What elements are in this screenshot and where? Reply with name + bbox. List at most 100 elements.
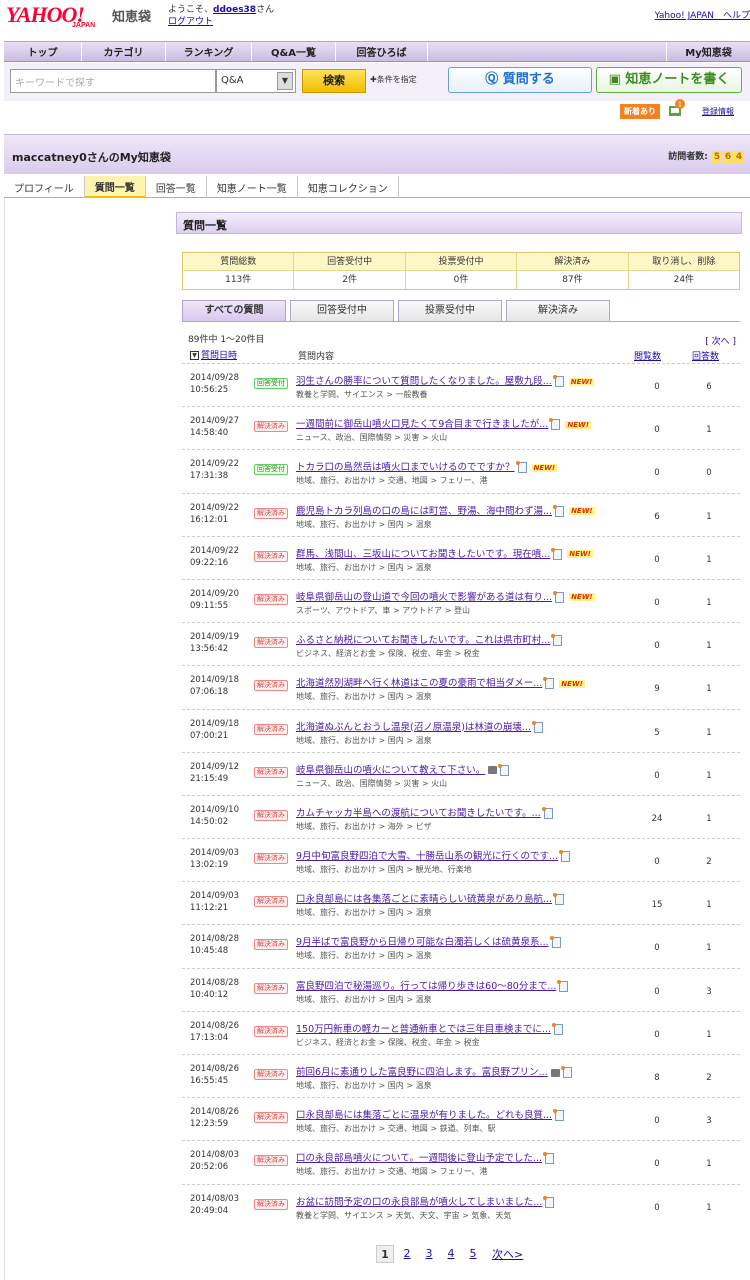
question-title-link[interactable]: 岐阜県御岳山の登山道で今回の噴火で影響がある道は有り... NEW! [296, 589, 595, 603]
question-category[interactable]: ビジネス、経済とお金 > 保険、税金、年金 > 税金 [296, 648, 480, 659]
tab-questions[interactable]: 質問一覧 [84, 176, 146, 198]
page-link[interactable]: 4 [442, 1245, 460, 1263]
question-title-link[interactable]: ふるさと納税についてお聞きしたいです。これは県市町村... [296, 632, 563, 647]
filter-tab-solved[interactable]: 解決済み [506, 300, 610, 321]
filter-tab-open[interactable]: 回答受付中 [290, 300, 394, 321]
table-row: 2014/08/28 10:45:48 解決済み 9月半ばで富良野から日帰り可能な白濁… [182, 924, 740, 967]
question-title-link[interactable]: 鹿児島トカラ列島の口の島には町営、野湯、海中問わず湯... NEW! [296, 503, 595, 517]
question-category[interactable]: 教養と学問、サイエンス > 一般教養 [296, 389, 428, 400]
question-category[interactable]: 地域、旅行、お出かけ > 国内 > 温泉 [296, 907, 432, 918]
chevron-down-icon[interactable]: ▼ [277, 72, 293, 90]
question-category[interactable]: 地域、旅行、お出かけ > 海外 > ビザ [296, 821, 432, 832]
search-input[interactable]: キーワードで探す [10, 69, 216, 93]
column-header-date[interactable]: ▼ 質問日時 [190, 348, 237, 361]
question-title-link[interactable]: カムチャッカ半島への渡航についてお聞きしたいです。... [296, 805, 553, 819]
question-category[interactable]: スポーツ、アウトドア、車 > アウトドア > 登山 [296, 605, 470, 616]
question-title-link[interactable]: 150万円新車の軽カーと普通新車とでは三年目車検までに... [296, 1021, 563, 1035]
question-category[interactable]: 地域、旅行、お出かけ > 交通、地図 > フェリー、港 [296, 1166, 488, 1177]
question-title-link[interactable]: 口永良部島には各集落ごとに素晴らしい硫黄泉があり島航... [296, 891, 565, 906]
question-title-link[interactable]: 口永良部島には集落ごとに温泉が有りました。どれも良質... [296, 1107, 565, 1122]
question-title-link[interactable]: トカラ口の島然岳は噴火口までいけるのでですか？ NEW! [296, 459, 558, 474]
question-category[interactable]: 教養と学問、サイエンス > 天気、天文、宇宙 > 気象、天気 [296, 1210, 511, 1221]
nav-category[interactable]: カテゴリ [82, 42, 166, 61]
question-title-link[interactable]: 前回6月に素通りした富良野に四泊します。富良野プリン... [296, 1064, 572, 1078]
logout-link[interactable]: ログアウト [168, 17, 213, 27]
top-right-links[interactable]: Yahoo! JAPAN ヘルプ [655, 8, 750, 21]
question-category[interactable]: ニュース、政治、国際情勢 > 災害 > 火山 [296, 778, 447, 789]
sort-icon[interactable]: ▼ [190, 351, 199, 360]
view-count: 9 [654, 684, 660, 695]
question-title-link[interactable]: 群馬、浅間山、三坂山についてお聞きしたいです。現在噴... NEW! [296, 546, 593, 560]
question-category[interactable]: ニュース、政治、国際情勢 > 災害 > 火山 [296, 432, 447, 443]
question-datetime: 2014/09/27 14:58:40 [190, 415, 239, 439]
question-category[interactable]: ビジネス、経済とお金 > 保険、税金、年金 > 税金 [296, 1037, 480, 1048]
tab-answers[interactable]: 回答一覧 [146, 176, 207, 198]
write-note-button[interactable]: ▣ 知恵ノートを書く [596, 67, 742, 93]
new-badge: NEW! [569, 507, 595, 516]
note-icon: ▣ [608, 72, 621, 87]
page-link[interactable]: 2 [398, 1245, 416, 1263]
question-title-link[interactable]: 9月中旬富良野四泊で大雪、十勝岳山系の観光に行くのです... [296, 848, 571, 863]
summary-value: 87件 [562, 275, 583, 285]
question-date: 2014/08/03 [190, 1150, 239, 1161]
tab-notes[interactable]: 知恵ノート一覧 [207, 176, 298, 198]
username-link[interactable]: ddoes38 [213, 5, 256, 15]
tab-collection[interactable]: 知恵コレクション [298, 176, 399, 198]
next-page-link[interactable]: 次へ> [492, 1246, 523, 1262]
question-date: 2014/09/27 [190, 416, 239, 427]
question-title-link[interactable]: 羽生さんの勝率について質問したくなりました。屋敷九段... NEW! [296, 373, 595, 387]
page-link[interactable]: 5 [464, 1245, 482, 1263]
question-category[interactable]: 地域、旅行、お出かけ > 国内 > 温泉 [296, 691, 432, 702]
answer-count: 3 [706, 986, 712, 997]
question-category[interactable]: 地域、旅行、お出かけ > 交通、地図 > フェリー、港 [296, 475, 488, 486]
question-category[interactable]: 地域、旅行、お出かけ > 国内 > 観光地、行楽地 [296, 864, 472, 875]
nav-qa-list[interactable]: Q&A一覧 [252, 42, 336, 61]
question-title-link[interactable]: 一週間前に御岳山噴火口見たくて9合目まで行きましたが... NEW! [296, 416, 591, 431]
answer-count: 1 [706, 813, 712, 824]
question-category[interactable]: 地域、旅行、お出かけ > 国内 > 温泉 [296, 1080, 432, 1091]
chiebukuro-logo[interactable]: 知恵袋 [112, 6, 151, 25]
question-page-icon [551, 547, 563, 560]
new-badge: NEW! [567, 550, 593, 559]
filter-tab-all[interactable]: すべての質問 [182, 300, 286, 321]
question-title: 岐阜県御岳山の噴火について教えて下さい。 [296, 764, 486, 776]
column-header-views[interactable]: 閲覧数 [634, 349, 661, 362]
camera-icon [550, 1068, 560, 1077]
page-link[interactable]: 3 [420, 1245, 438, 1263]
question-category[interactable]: 地域、旅行、お出かけ > 国内 > 温泉 [296, 994, 432, 1005]
question-title-link[interactable]: 北海道ぬぷんとおうし温泉(沼ノ原温泉)は林道の崩壊... [296, 719, 543, 733]
question-category[interactable]: 地域、旅行、お出かけ > 国内 > 温泉 [296, 735, 432, 746]
nav-ranking[interactable]: ランキング [166, 42, 252, 61]
question-title-link[interactable]: 北海道然別湖畔へ行く林道はこの夏の豪雨で相当ダメー... NEW! [296, 675, 585, 690]
ask-question-button[interactable]: Ⓠ 質問する [448, 67, 592, 93]
new-arrivals-badge[interactable]: 新着あり [620, 104, 660, 119]
answer-count: 1 [706, 554, 712, 565]
registration-info-link[interactable]: 登録情報 [702, 106, 734, 117]
question-title-link[interactable]: 9月半ばで富良野から日帰り可能な白濁若しくは硫黄泉系... [296, 934, 561, 949]
question-category[interactable]: 地域、旅行、お出かけ > 国内 > 温泉 [296, 562, 432, 573]
question-title-link[interactable]: 口の永良部島噴火について。一週間後に登山予定でした... [296, 1150, 554, 1165]
question-title-link[interactable]: お盆に訪問予定の口の永良部島が噴火してしまいました... [296, 1194, 555, 1208]
view-count: 0 [654, 943, 660, 954]
nav-my-chiebukuro[interactable]: My知恵袋 [666, 42, 750, 61]
question-category[interactable]: 地域、旅行、お出かけ > 国内 > 温泉 [296, 519, 432, 530]
filter-tab-voting[interactable]: 投票受付中 [398, 300, 502, 321]
question-title-link[interactable]: 岐阜県御岳山の噴火について教えて下さい。 [296, 762, 510, 776]
nav-answer-square[interactable]: 回答ひろば [336, 42, 428, 61]
column-header-answers[interactable]: 回答数 [692, 349, 719, 362]
status-badge: 解決済み [254, 766, 288, 778]
search-button[interactable]: 検索 [302, 69, 366, 93]
question-category[interactable]: 地域、旅行、お出かけ > 交通、地図 > 鉄道、列車、駅 [296, 1123, 496, 1134]
question-category[interactable]: 地域、旅行、お出かけ > 国内 > 温泉 [296, 950, 432, 961]
next-page-link-top[interactable]: [ 次へ ] [705, 334, 736, 347]
search-scope-select[interactable]: Q&A ▼ [216, 69, 296, 93]
search-condition-link[interactable]: ✚条件を指定 [370, 74, 417, 85]
question-date: 2014/08/03 [190, 1193, 239, 1204]
notification-icon[interactable]: 1 [668, 98, 686, 118]
view-count: 24 [651, 813, 663, 824]
table-row: 2014/09/22 16:12:01 解決済み 鹿児島トカラ列島の口の島には町営、野… [182, 492, 740, 536]
nav-top[interactable]: トップ [4, 42, 82, 61]
tab-profile[interactable]: プロフィール [4, 176, 85, 198]
question-title-link[interactable]: 富良野四泊で秘湯巡り。行っては帰り歩きは60〜80分まで... [296, 978, 569, 992]
